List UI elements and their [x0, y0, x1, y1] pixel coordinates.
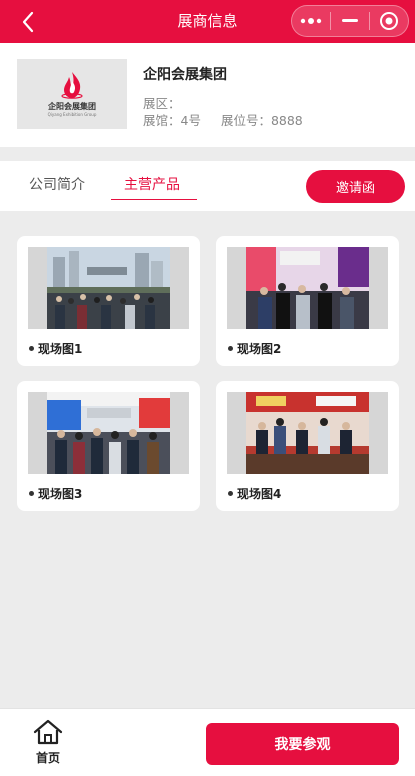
- venue-photo-2: [246, 247, 369, 329]
- tab-company-intro[interactable]: 公司简介: [29, 161, 85, 201]
- target-circle-icon: [380, 12, 398, 30]
- photo-card[interactable]: 现场图1: [17, 236, 200, 366]
- company-name: 企阳会展集团: [143, 67, 227, 83]
- home-icon: [33, 719, 63, 745]
- mini-program-capsule: [291, 5, 409, 37]
- venue-photo-3: [47, 392, 170, 474]
- more-dots-icon: [300, 18, 322, 24]
- bullet-dot: [228, 346, 233, 351]
- tab-bar: 公司简介 主营产品 邀请函: [0, 161, 415, 211]
- photo-caption-text: 现场图1: [38, 342, 83, 356]
- minimize-button[interactable]: [331, 6, 369, 36]
- hall-number: 展馆：4号: [143, 113, 201, 128]
- photo-caption-text: 现场图4: [237, 487, 282, 501]
- flame-logo-icon: [61, 72, 83, 99]
- invitation-button[interactable]: 邀请函: [306, 170, 405, 203]
- active-tab-indicator: [111, 199, 197, 200]
- home-label: 首页: [35, 751, 60, 765]
- photo-card[interactable]: 现场图3: [17, 381, 200, 511]
- bullet-dot: [29, 491, 34, 496]
- bullet-dot: [228, 491, 233, 496]
- photo-caption: 现场图1: [29, 340, 82, 357]
- photo-caption-text: 现场图2: [237, 342, 282, 356]
- bullet-dot: [29, 346, 34, 351]
- photo-card[interactable]: 现场图4: [216, 381, 399, 511]
- minimize-icon: [342, 19, 358, 22]
- photo-thumbnail: [227, 392, 388, 474]
- company-logo: 企阳会展集团 Qiyang Exhibition Group: [17, 59, 127, 129]
- logo-text: 企阳会展集团: [48, 102, 96, 111]
- tab-main-products[interactable]: 主营产品: [124, 161, 180, 201]
- top-nav-bar: 展商信息: [0, 0, 415, 43]
- visit-register-button[interactable]: 我要参观: [206, 723, 399, 765]
- company-header: 企阳会展集团 Qiyang Exhibition Group 企阳会展集团 展区…: [0, 43, 415, 147]
- bottom-action-bar: 首页 我要参观: [0, 708, 415, 776]
- photo-thumbnail: [28, 247, 189, 329]
- photo-thumbnail: [28, 392, 189, 474]
- photo-caption: 现场图3: [29, 485, 82, 502]
- photo-thumbnail: [227, 247, 388, 329]
- photo-caption: 现场图4: [228, 485, 281, 502]
- hall-and-booth: 展馆：4号 展位号：8888: [143, 110, 303, 129]
- home-button[interactable]: 首页: [26, 719, 70, 773]
- photo-card[interactable]: 现场图2: [216, 236, 399, 366]
- close-miniprogram-button[interactable]: [370, 6, 408, 36]
- photo-caption: 现场图2: [228, 340, 281, 357]
- more-button[interactable]: [292, 6, 330, 36]
- booth-number: 展位号：8888: [220, 113, 303, 128]
- venue-photo-4: [246, 392, 369, 474]
- photo-caption-text: 现场图3: [38, 487, 83, 501]
- logo-subtext: Qiyang Exhibition Group: [47, 112, 97, 117]
- venue-photo-1: [47, 247, 170, 329]
